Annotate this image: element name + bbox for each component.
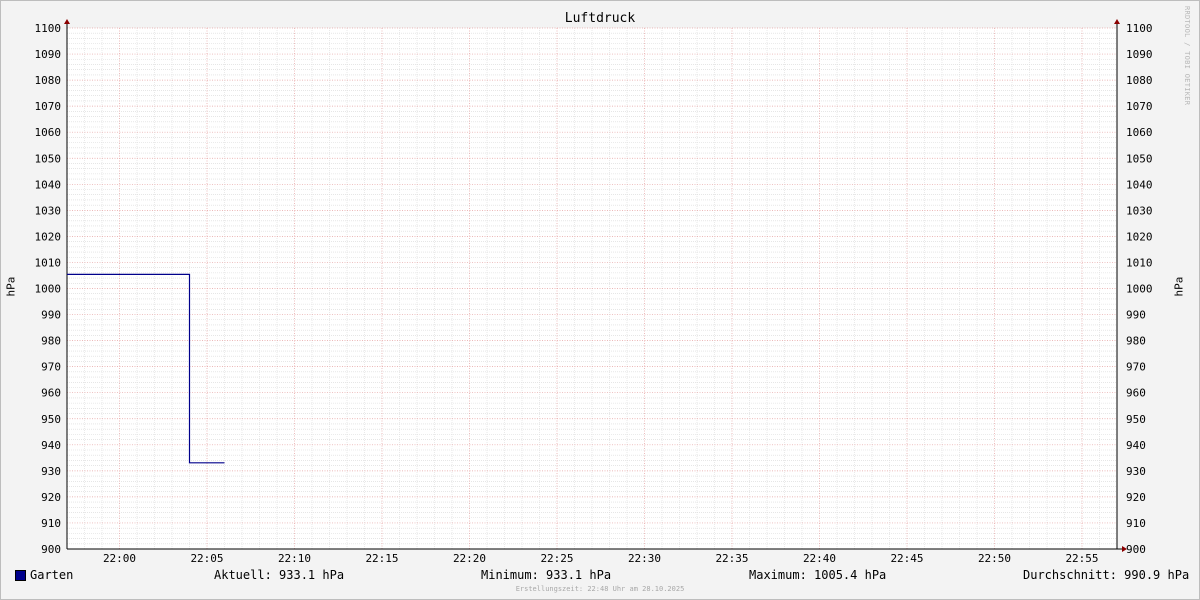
x-tick-label: 22:35: [715, 552, 748, 565]
x-tick-label: 22:45: [890, 552, 923, 565]
chart-canvas: 900 900 910 910 920 920 930 930 940 940 950 950 960 9…: [35, 19, 1153, 565]
legend-average: Durchschnitt: 990.9 hPa: [1023, 568, 1190, 582]
y-tick-label-right: 930: [1126, 465, 1146, 478]
footer-timestamp: Erstellungszeit: 22:48 Uhr am 28.10.2025: [515, 585, 685, 593]
y-tick-label-left: 920: [41, 491, 61, 504]
y-tick-label-right: 1020: [1126, 230, 1153, 243]
y-tick-label-left: 1080: [35, 74, 62, 87]
y-tick-label-left: 1000: [35, 283, 62, 296]
y-tick-label-left: 970: [41, 361, 61, 374]
y-tick-label-left: 1050: [35, 152, 62, 165]
y-tick-label-right: 1050: [1126, 152, 1153, 165]
y-tick-label-right: 980: [1126, 335, 1146, 348]
y-tick-label-left: 1070: [35, 100, 62, 113]
y-tick-label-right: 940: [1126, 439, 1146, 452]
y-tick-label-right: 900: [1126, 543, 1146, 556]
y-tick-label-right: 910: [1126, 517, 1146, 530]
x-tick-label: 22:00: [103, 552, 136, 565]
y-tick-label-left: 1010: [35, 256, 62, 269]
y-tick-label-right: 950: [1126, 413, 1146, 426]
legend-swatch: [15, 570, 26, 581]
y-tick-label-right: 1040: [1126, 178, 1153, 191]
y-tick-label-left: 980: [41, 335, 61, 348]
y-tick-label-left: 1020: [35, 230, 62, 243]
y-tick-label-left: 950: [41, 413, 61, 426]
y-tick-label-right: 920: [1126, 491, 1146, 504]
legend-minimum: Minimum: 933.1 hPa: [481, 568, 612, 582]
y-tick-label-right: 1030: [1126, 204, 1153, 217]
y-tick-label-right: 1010: [1126, 256, 1153, 269]
chart-title: Luftdruck: [564, 11, 636, 26]
y-tick-label-left: 1030: [35, 204, 62, 217]
x-tick-label: 22:10: [278, 552, 311, 565]
x-tick-label: 22:25: [540, 552, 573, 565]
y-tick-label-left: 930: [41, 465, 61, 478]
legend: Garten Aktuell: 933.1 hPa Minimum: 933.1…: [0, 568, 1200, 584]
x-tick-label: 22:15: [365, 552, 398, 565]
y-tick-label-right: 1000: [1126, 283, 1153, 296]
legend-series-name: Garten: [30, 568, 74, 582]
y-tick-label-right: 1090: [1126, 48, 1153, 61]
y-tick-label-right: 1080: [1126, 74, 1153, 87]
y-tick-label-right: 960: [1126, 387, 1146, 400]
x-tick-label: 22:50: [978, 552, 1011, 565]
y-tick-label-left: 1060: [35, 126, 62, 139]
y-tick-label-right: 1070: [1126, 100, 1153, 113]
x-tick-label: 22:20: [453, 552, 486, 565]
x-tick-label: 22:55: [1065, 552, 1098, 565]
y-tick-label-left: 1090: [35, 48, 62, 61]
y-tick-label-right: 970: [1126, 361, 1146, 374]
y-tick-label-left: 940: [41, 439, 61, 452]
y-axis-label-left: hPa: [4, 276, 18, 297]
y-tick-label-left: 990: [41, 309, 61, 322]
y-tick-label-left: 960: [41, 387, 61, 400]
x-tick-label: 22:40: [803, 552, 836, 565]
legend-maximum: Maximum: 1005.4 hPa: [749, 568, 887, 582]
y-tick-label-right: 990: [1126, 309, 1146, 322]
y-tick-label-left: 910: [41, 517, 61, 530]
watermark: RRDTOOL / TOBI OETIKER: [1183, 6, 1191, 106]
x-tick-label: 22:30: [628, 552, 661, 565]
y-tick-label-left: 1040: [35, 178, 62, 191]
y-axis-label-right: hPa: [1172, 276, 1186, 297]
y-tick-label-left: 900: [41, 543, 61, 556]
x-tick-label: 22:05: [190, 552, 223, 565]
y-tick-label-right: 1060: [1126, 126, 1153, 139]
legend-current: Aktuell: 933.1 hPa: [214, 568, 345, 582]
